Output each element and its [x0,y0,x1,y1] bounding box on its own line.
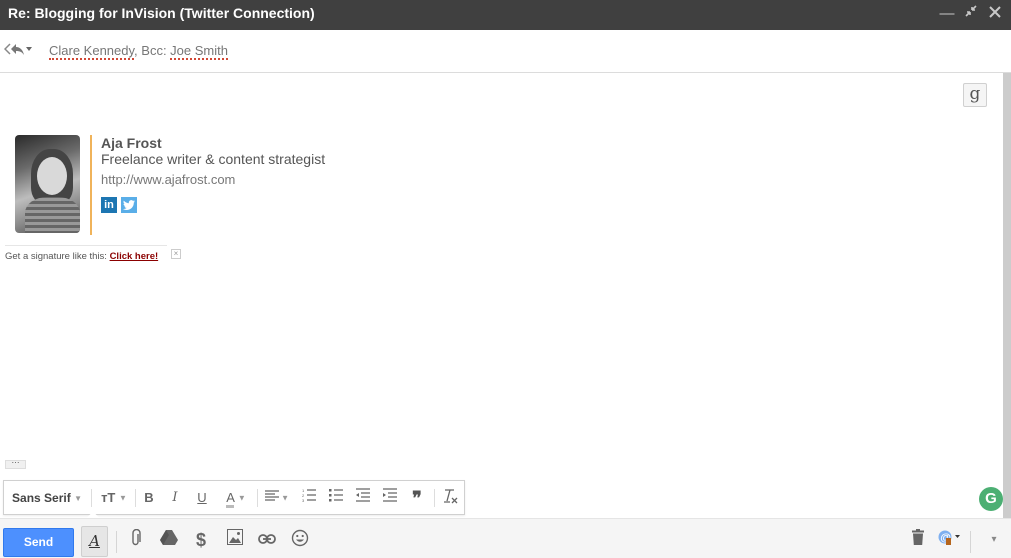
g-button[interactable]: g [963,83,987,107]
insert-emoji-icon[interactable] [289,529,311,551]
formatting-options-button[interactable]: A [81,526,108,557]
grammarly-icon[interactable]: G [979,487,1003,511]
recipients-row[interactable]: Clare Kennedy, Bcc: Joe Smith [0,30,1011,73]
send-money-icon[interactable]: $ [190,529,212,551]
promo-link[interactable]: Click here! [110,251,159,262]
font-size-select[interactable]: ᴛT ▼ [98,488,130,508]
remove-formatting-button[interactable] [440,488,460,508]
signature-url[interactable]: http://www.ajafrost.com [101,172,235,187]
recipients-text[interactable]: Clare Kennedy, Bcc: Joe Smith [49,43,228,60]
italic-button[interactable]: I [166,488,184,508]
text-size-icon: ᴛT [101,490,116,505]
reply-all-icon[interactable] [3,42,32,60]
promo-text: Get a signature like this: [5,251,110,262]
send-button[interactable]: Send [3,528,74,557]
compose-window: Re: Blogging for InVision (Twitter Conne… [0,0,1011,558]
popout-icon[interactable] [961,4,981,24]
insert-photo-icon[interactable] [224,529,246,551]
indent-more-button[interactable] [381,488,399,508]
show-trimmed-content-button[interactable]: ··· [5,459,26,469]
numbered-list-icon: 123 [302,488,316,503]
minimize-icon[interactable]: — [937,4,957,24]
align-button[interactable]: ▼ [262,488,292,508]
indent-more-icon [383,488,397,502]
indent-less-icon [356,488,370,502]
twitter-icon[interactable] [121,197,137,213]
font-family-select[interactable]: Sans Serif ▼ [12,488,82,508]
text-color-button[interactable]: A ▼ [220,488,252,508]
underline-button[interactable]: U [193,488,211,508]
mixmax-icon[interactable]: @ [936,529,962,551]
signature-divider [90,135,92,235]
font-family-label: Sans Serif [12,491,71,505]
formatting-toolbar: Sans Serif ▼ ᴛT ▼ B I U A ▼ ▼ 123 ❞ [3,480,465,529]
scrollbar[interactable] [1003,73,1011,518]
numbered-list-button[interactable]: 123 [300,488,318,508]
align-left-icon [264,490,279,501]
signature-promo: Get a signature like this: Click here! [5,251,158,262]
quote-button[interactable]: ❞ [408,488,426,508]
more-options-icon[interactable]: ▾ [983,529,1005,551]
recipient-to[interactable]: Clare Kennedy [49,43,135,60]
compose-bottom-toolbar: Send A $ @ ▾ [0,518,1011,558]
discard-draft-icon[interactable] [907,529,929,551]
bold-button[interactable]: B [140,488,158,508]
promo-divider [5,245,167,246]
bcc-label: , Bcc: [134,43,171,58]
svg-text:3: 3 [302,498,305,502]
insert-link-icon[interactable] [256,529,278,551]
title-bar: Re: Blogging for InVision (Twitter Conne… [0,0,1011,30]
close-icon[interactable] [985,4,1005,24]
recipient-bcc[interactable]: Joe Smith [170,43,228,60]
indent-less-button[interactable] [354,488,372,508]
linkedin-icon[interactable]: in [101,197,117,213]
bulleted-list-icon [329,489,343,502]
signature-role: Freelance writer & content strategist [101,151,326,167]
google-drive-icon[interactable] [158,529,180,551]
clear-formatting-icon [444,489,458,504]
attach-files-icon[interactable] [125,528,147,551]
window-title: Re: Blogging for InVision (Twitter Conne… [8,5,315,21]
signature-name: Aja Frost [101,135,162,151]
text-color-icon: A [226,490,235,508]
promo-close-icon[interactable]: × [171,249,181,259]
bulleted-list-button[interactable] [327,488,345,508]
avatar [15,135,80,233]
